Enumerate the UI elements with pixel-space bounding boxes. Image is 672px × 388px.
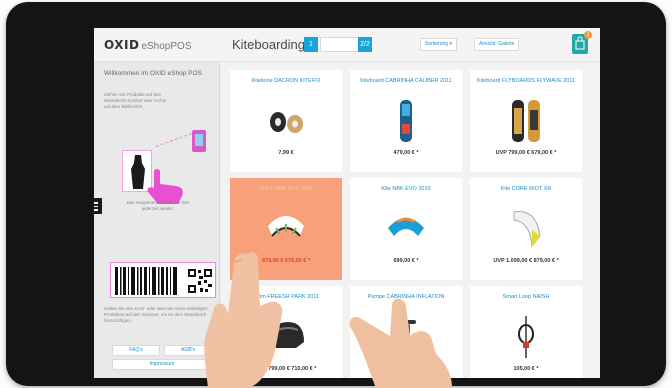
product-card[interactable]: Kiteboard FLYBOARDS FLYWAVE 2011 UVP 799…	[470, 70, 582, 172]
kiteboard-icon	[400, 100, 412, 142]
pager-prev-button[interactable]: 1	[304, 37, 318, 52]
view-label: Ansicht: Galerie	[479, 41, 515, 47]
product-price: 699,00 € *	[393, 258, 419, 264]
kite-lines-icon	[270, 112, 303, 133]
product-title: Kiteboard CABRINHA CALIBER 2011	[360, 78, 452, 84]
product-card[interactable]: Kiteleine DACRON KITEFIX 7,99 €	[230, 70, 342, 172]
product-card[interactable]: Kiteboard CABRINHA CALIBER 2011 479,00 €…	[350, 70, 462, 172]
product-price: 105,00 € *	[513, 366, 539, 372]
kite-yellow-icon	[513, 211, 541, 248]
product-price: UVP 799,00 € 679,00 € *	[495, 150, 557, 156]
hint-dotted-line	[155, 133, 192, 147]
product-card[interactable]: Smart Loop NAISH 105,00 € *	[470, 286, 582, 378]
view-dropdown[interactable]: Ansicht: Galerie	[474, 38, 520, 51]
logo-sub: eShopPOS	[141, 41, 192, 52]
category-title: Kiteboarding	[232, 37, 305, 52]
pager-next-button[interactable]: 2/2	[358, 37, 372, 52]
faq-button[interactable]: FAQ's	[112, 345, 160, 356]
top-bar: OXID eShopPOS Kiteboarding 1 2/2 Sortier…	[94, 28, 600, 62]
chevron-down-icon: ▾	[449, 41, 452, 47]
phone-icon	[192, 130, 206, 152]
product-price: 7,99 €	[278, 150, 294, 156]
left-hand	[204, 252, 283, 388]
product-title: Kite CORE GTS 2011	[259, 186, 313, 192]
product-price: UVP 1.099,00 € 879,00 € *	[493, 258, 559, 264]
dress-icon	[131, 155, 145, 189]
sidebar-hint-tap: Ziehen Sie Produkte auf das Warenkorb-Sy…	[104, 92, 167, 109]
photo-stage: OXID eShopPOS Kiteboarding 1 2/2 Sortier…	[0, 0, 672, 388]
logo-main: OXID	[104, 38, 140, 52]
product-card[interactable]: Kite NBK EVO 2010 699,00 € *	[350, 178, 462, 280]
sidebar-welcome: Willkommen im OXID eShop POS	[104, 70, 202, 77]
barcode-icon	[115, 267, 177, 295]
right-hand	[349, 298, 452, 388]
tablet-frame: OXID eShopPOS Kiteboarding 1 2/2 Sortier…	[6, 2, 666, 386]
kiteboard-wooden-icon	[512, 100, 540, 142]
product-card[interactable]: Kite CORE RIOT XR UVP 1.099,00 € 879,00 …	[470, 178, 582, 280]
sort-dropdown[interactable]: Sortierung ▾	[420, 38, 457, 51]
kite-icon	[268, 216, 304, 237]
logo[interactable]: OXID eShopPOS	[104, 38, 192, 52]
product-title: Smart Loop NAISH	[502, 294, 550, 300]
product-title: Kite NBK EVO 2010	[381, 186, 431, 192]
product-title: Kiteboard FLYBOARDS FLYWAVE 2011	[476, 78, 576, 84]
sidebar-hint-menu: Das Hauptmenü öffnen Sie hier jederzeit …	[126, 200, 190, 211]
smart-loop-icon	[518, 316, 534, 358]
pager-input[interactable]	[320, 37, 360, 52]
product-price: 479,00 € *	[393, 150, 419, 156]
sidebar-hint-scan: Halten Sie den EAN- oder Barcode eines b…	[104, 306, 208, 323]
cart-count-badge: 1	[584, 31, 592, 39]
menu-toggle-button[interactable]	[94, 198, 102, 214]
kite-blue-icon	[388, 217, 424, 236]
product-title: Kiteleine DACRON KITEFIX	[251, 78, 321, 84]
sort-label: Sortierung	[425, 41, 449, 47]
product-title: Kite CORE RIOT XR	[500, 186, 552, 192]
imprint-button[interactable]: Impressum	[112, 359, 212, 370]
